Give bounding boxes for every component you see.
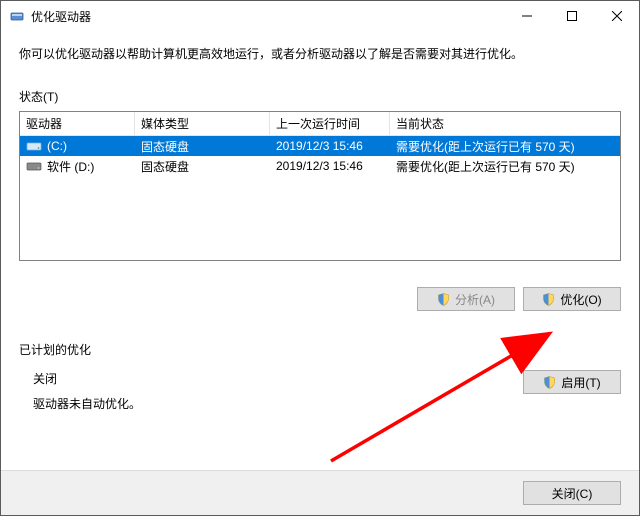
description-text: 你可以优化驱动器以帮助计算机更高效地运行，或者分析驱动器以了解是否需要对其进行优… xyxy=(19,45,621,62)
enable-button[interactable]: 启用(T) xyxy=(523,370,621,394)
drive-icon xyxy=(26,160,42,172)
th-status[interactable]: 当前状态 xyxy=(390,112,620,135)
state-label: 状态(T) xyxy=(19,88,621,105)
shield-icon xyxy=(437,293,450,306)
window-root: 优化驱动器 你可以优化驱动器以帮助计算机更高效地运行，或者分析驱动器以了解是否需… xyxy=(0,0,640,516)
schedule-title: 已计划的优化 xyxy=(19,341,621,358)
cell-last: 2019/12/3 15:46 xyxy=(270,136,390,156)
shield-icon xyxy=(542,293,555,306)
cell-drive-label: (C:) xyxy=(47,139,67,153)
close-label: 关闭(C) xyxy=(552,485,593,502)
schedule-section: 已计划的优化 关闭 驱动器未自动优化。 启用(T) xyxy=(19,341,621,412)
th-drive[interactable]: 驱动器 xyxy=(20,112,135,135)
drive-icon xyxy=(26,140,42,152)
optimize-label: 优化(O) xyxy=(560,291,601,308)
action-button-row: 分析(A) 优化(O) xyxy=(19,287,621,311)
footer: 关闭(C) xyxy=(1,470,639,515)
th-media[interactable]: 媒体类型 xyxy=(135,112,270,135)
schedule-status: 关闭 xyxy=(33,370,141,387)
schedule-desc: 驱动器未自动优化。 xyxy=(33,395,141,412)
analyze-label: 分析(A) xyxy=(455,291,495,308)
table-row[interactable]: 软件 (D:) 固态硬盘 2019/12/3 15:46 需要优化(距上次运行已… xyxy=(20,156,620,176)
cell-drive: 软件 (D:) xyxy=(20,156,135,176)
maximize-button[interactable] xyxy=(549,1,594,31)
body-area: 你可以优化驱动器以帮助计算机更高效地运行，或者分析驱动器以了解是否需要对其进行优… xyxy=(1,31,639,470)
close-button[interactable] xyxy=(594,1,639,31)
app-icon xyxy=(9,8,25,24)
cell-media: 固态硬盘 xyxy=(135,156,270,176)
th-last[interactable]: 上一次运行时间 xyxy=(270,112,390,135)
schedule-row: 关闭 驱动器未自动优化。 启用(T) xyxy=(19,370,621,412)
schedule-left: 关闭 驱动器未自动优化。 xyxy=(19,370,141,412)
analyze-button[interactable]: 分析(A) xyxy=(417,287,515,311)
enable-label: 启用(T) xyxy=(561,374,600,391)
cell-status: 需要优化(距上次运行已有 570 天) xyxy=(390,136,620,156)
table-header: 驱动器 媒体类型 上一次运行时间 当前状态 xyxy=(20,112,620,136)
cell-drive: (C:) xyxy=(20,136,135,156)
minimize-button[interactable] xyxy=(504,1,549,31)
close-dialog-button[interactable]: 关闭(C) xyxy=(523,481,621,505)
cell-status: 需要优化(距上次运行已有 570 天) xyxy=(390,156,620,176)
optimize-button[interactable]: 优化(O) xyxy=(523,287,621,311)
window-title: 优化驱动器 xyxy=(31,8,504,25)
cell-media: 固态硬盘 xyxy=(135,136,270,156)
table-row[interactable]: (C:) 固态硬盘 2019/12/3 15:46 需要优化(距上次运行已有 5… xyxy=(20,136,620,156)
titlebar: 优化驱动器 xyxy=(1,1,639,31)
cell-drive-label: 软件 (D:) xyxy=(47,158,94,175)
titlebar-buttons xyxy=(504,1,639,31)
cell-last: 2019/12/3 15:46 xyxy=(270,156,390,176)
drive-table: 驱动器 媒体类型 上一次运行时间 当前状态 (C:) 固态硬盘 2019/12/… xyxy=(19,111,621,261)
shield-icon xyxy=(543,376,556,389)
